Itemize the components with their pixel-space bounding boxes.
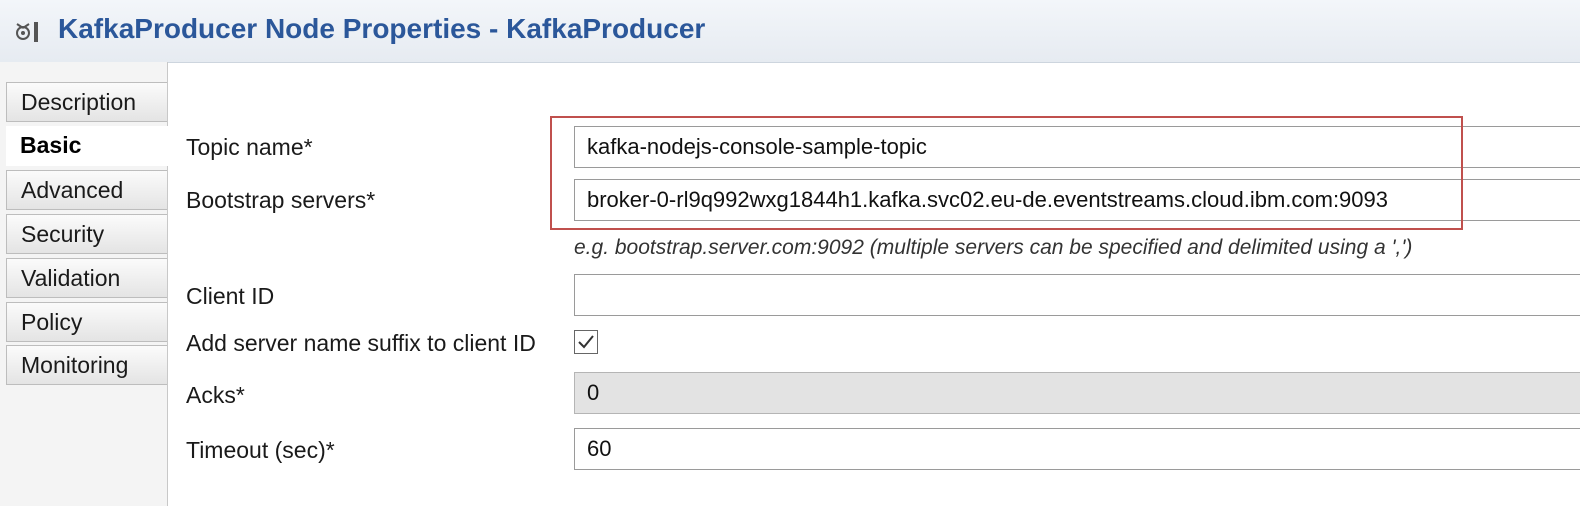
window-titlebar: KafkaProducer Node Properties - KafkaPro…: [0, 0, 1580, 63]
timeout-input[interactable]: 60: [574, 428, 1580, 470]
client-id-input[interactable]: [574, 274, 1580, 316]
tab-monitoring[interactable]: Monitoring: [6, 345, 167, 385]
bootstrap-servers-label: Bootstrap servers*: [186, 187, 376, 213]
server-suffix-label: Add server name suffix to client ID: [186, 330, 536, 356]
checkmark-icon: [578, 335, 594, 349]
timeout-label: Timeout (sec)*: [186, 437, 335, 463]
server-suffix-checkbox[interactable]: [574, 330, 598, 354]
acks-label: Acks*: [186, 382, 245, 408]
tab-security[interactable]: Security: [6, 214, 167, 254]
node-properties-icon: [16, 22, 38, 42]
tab-policy[interactable]: Policy: [6, 302, 167, 342]
client-id-label: Client ID: [186, 283, 275, 309]
tab-advanced[interactable]: Advanced: [6, 170, 167, 210]
topic-name-label: Topic name*: [186, 134, 313, 160]
bootstrap-servers-hint: e.g. bootstrap.server.com:9092 (multiple…: [574, 236, 1413, 259]
topic-name-input[interactable]: kafka-nodejs-console-sample-topic: [574, 126, 1580, 168]
window-title: KafkaProducer Node Properties - KafkaPro…: [58, 13, 706, 44]
bootstrap-servers-input[interactable]: broker-0-rl9q992wxg1844h1.kafka.svc02.eu…: [574, 179, 1580, 221]
properties-tab-list: Description Basic Advanced Security Vali…: [0, 62, 168, 506]
tab-validation[interactable]: Validation: [6, 258, 167, 298]
tab-basic[interactable]: Basic: [6, 126, 168, 166]
tab-description[interactable]: Description: [6, 82, 167, 122]
acks-input: 0: [574, 372, 1580, 414]
